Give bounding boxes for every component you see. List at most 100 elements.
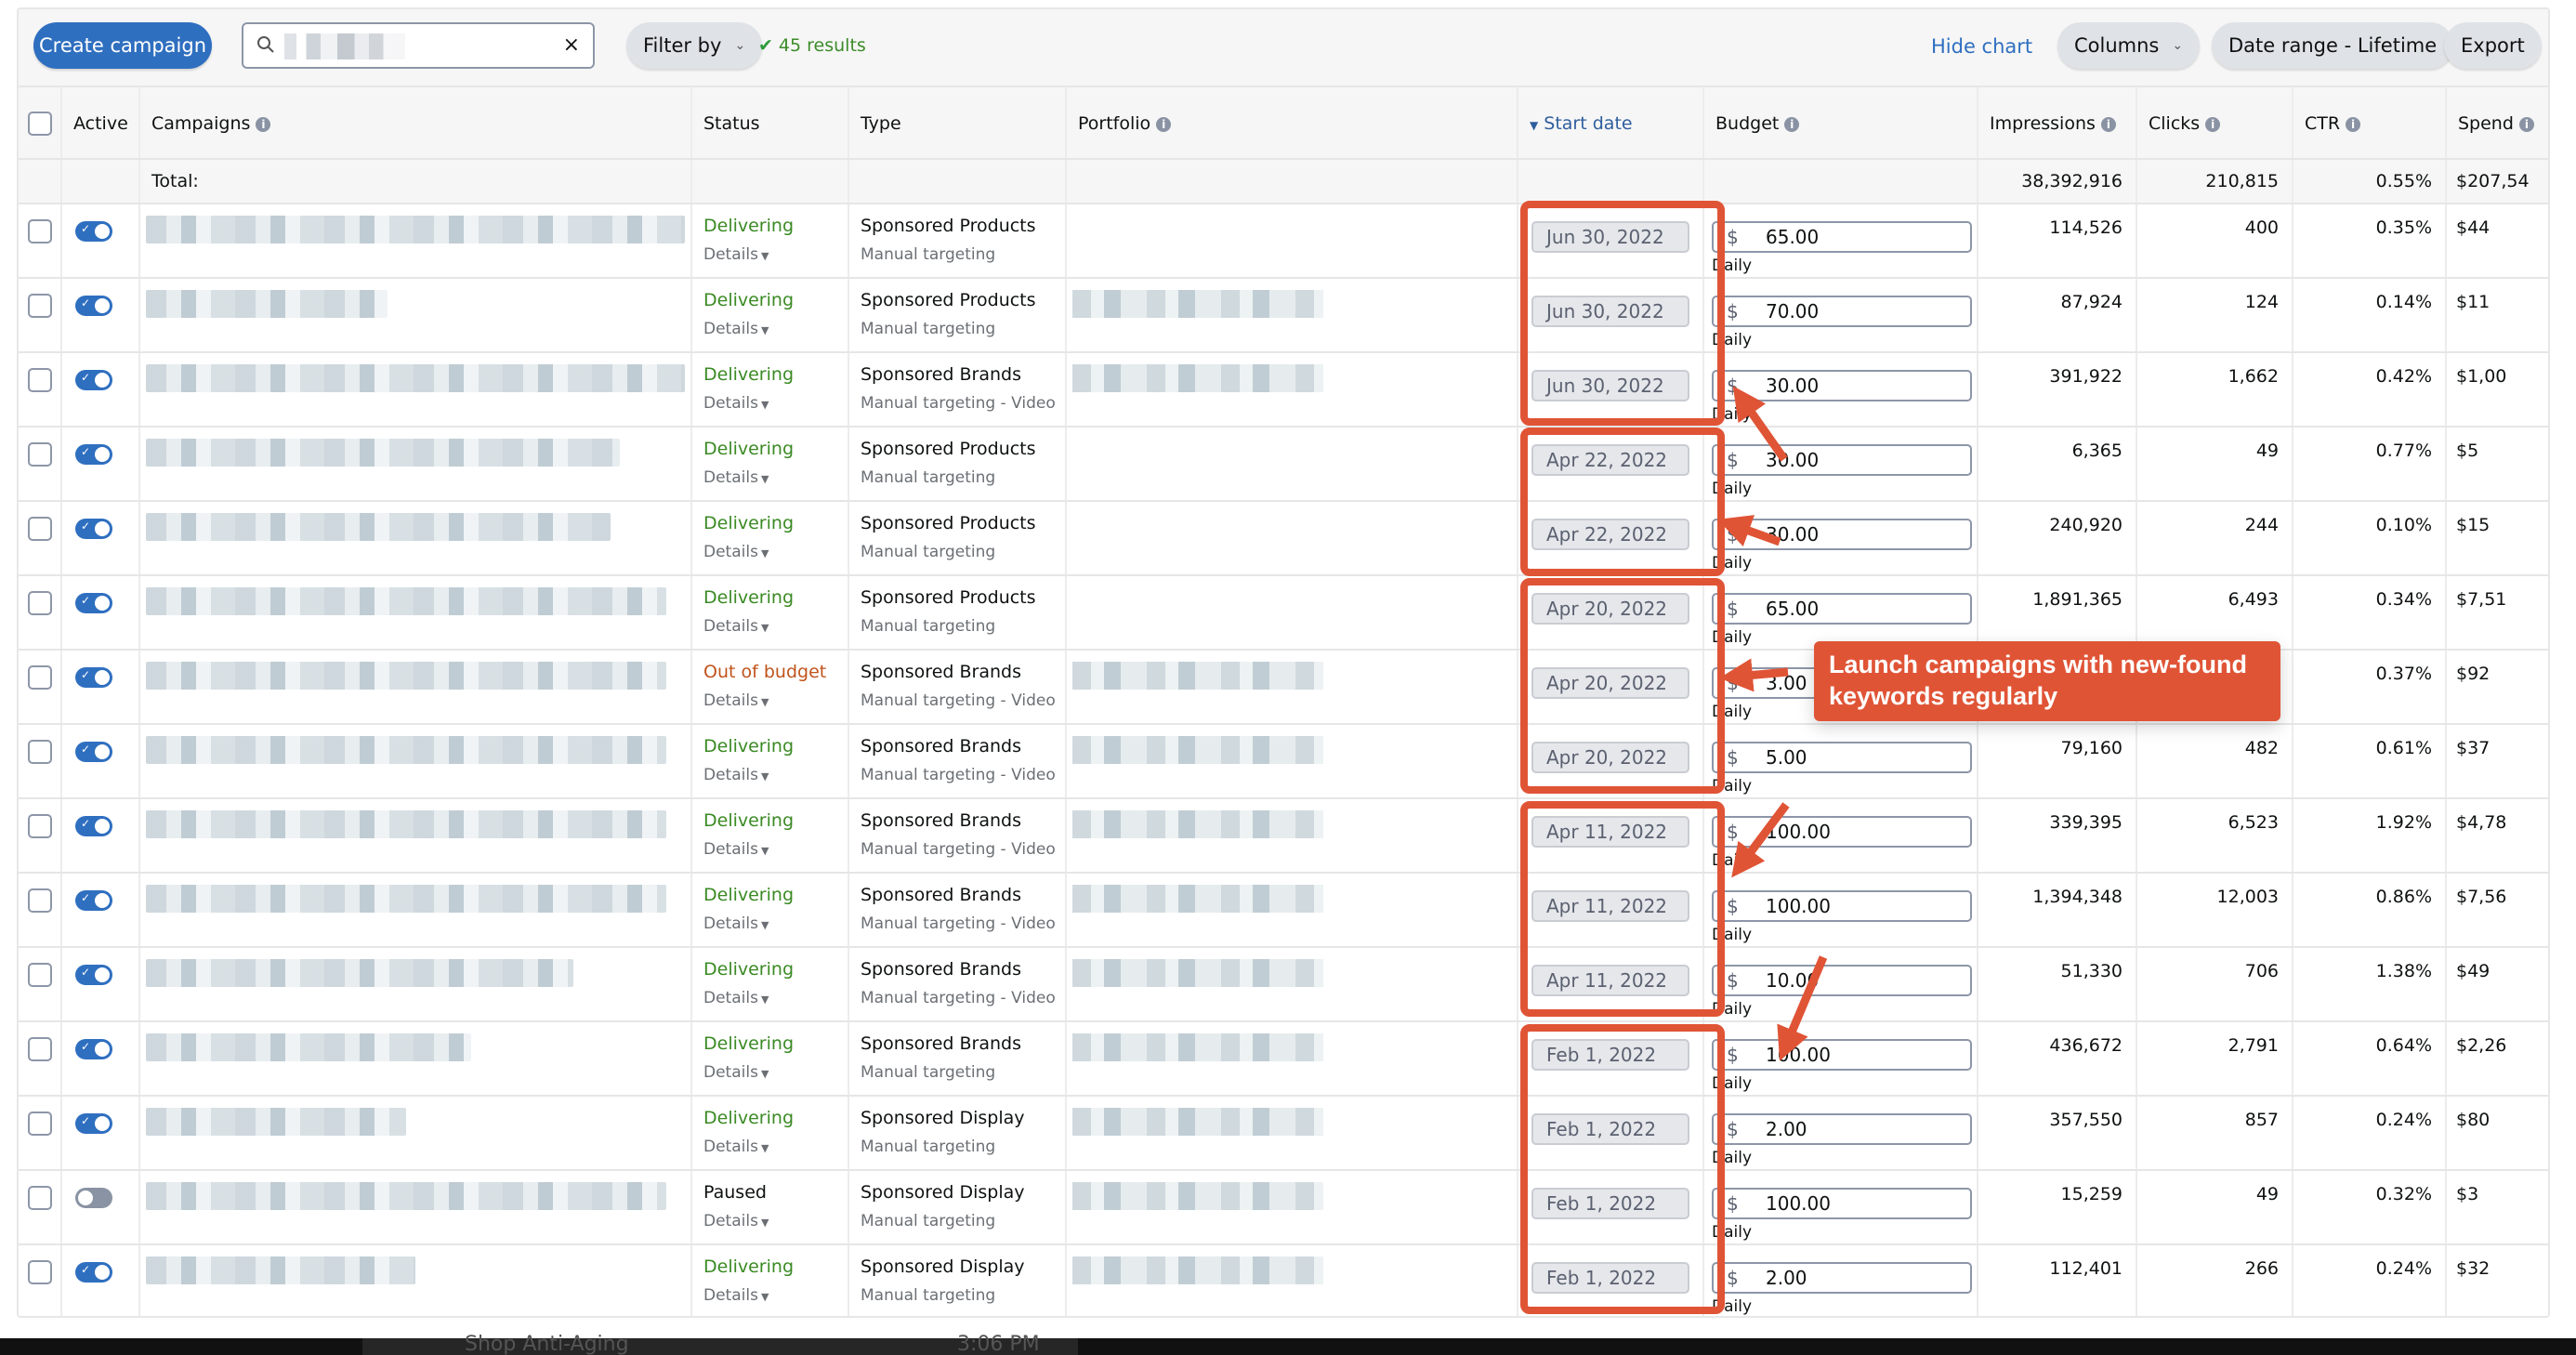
clear-search-icon[interactable]: × <box>563 33 580 57</box>
column-header-type[interactable]: Type <box>861 113 901 134</box>
details-dropdown[interactable]: Details ▼ <box>703 691 769 710</box>
details-dropdown[interactable]: Details ▼ <box>703 1286 769 1305</box>
active-toggle[interactable] <box>75 1188 112 1208</box>
active-toggle[interactable]: ✓ <box>75 965 112 985</box>
budget-input[interactable]: $100.00 <box>1712 816 1972 848</box>
active-toggle[interactable]: ✓ <box>75 593 112 613</box>
active-toggle[interactable]: ✓ <box>75 1113 112 1134</box>
campaign-name-redacted[interactable] <box>146 662 666 690</box>
column-header-campaigns[interactable]: Campaigns i <box>151 113 271 134</box>
campaign-name-redacted[interactable] <box>146 1256 415 1284</box>
details-dropdown[interactable]: Details ▼ <box>703 766 769 784</box>
budget-input[interactable]: $100.00 <box>1712 1039 1972 1071</box>
caret-down-icon: ▼ <box>760 845 769 857</box>
row-checkbox[interactable] <box>28 963 52 987</box>
budget-input[interactable]: $5.00 <box>1712 742 1972 773</box>
active-toggle[interactable]: ✓ <box>75 444 112 465</box>
columns-button[interactable]: Columns ⌄ <box>2057 22 2201 69</box>
details-dropdown[interactable]: Details ▼ <box>703 320 769 338</box>
clicks-value: 266 <box>2244 1258 2279 1279</box>
active-toggle[interactable]: ✓ <box>75 1262 112 1283</box>
budget-input[interactable]: $65.00 <box>1712 221 1972 253</box>
hide-chart-link[interactable]: Hide chart <box>1931 35 2032 58</box>
details-dropdown[interactable]: Details ▼ <box>703 1063 769 1082</box>
taskbar-item[interactable]: Shop Anti-Aging 3:06 PM <box>362 1333 1078 1355</box>
taskbar: Shop Anti-Aging 3:06 PM <box>0 1333 2576 1355</box>
column-header-impressions[interactable]: Impressions i <box>1990 113 2116 134</box>
campaign-name-redacted[interactable] <box>146 364 685 392</box>
details-dropdown[interactable]: Details ▼ <box>703 989 769 1007</box>
column-header-budget[interactable]: Budget i <box>1715 113 1800 134</box>
export-button[interactable]: Export <box>2444 22 2542 69</box>
row-checkbox[interactable] <box>28 665 52 690</box>
row-checkbox[interactable] <box>28 1260 52 1284</box>
active-toggle[interactable]: ✓ <box>75 296 112 316</box>
column-header-start-date[interactable]: ▼ Start date <box>1530 113 1633 134</box>
budget-input[interactable]: $2.00 <box>1712 1113 1972 1145</box>
campaign-name-redacted[interactable] <box>146 290 388 318</box>
column-header-ctr[interactable]: CTR i <box>2305 113 2361 134</box>
active-toggle[interactable]: ✓ <box>75 1039 112 1059</box>
row-checkbox[interactable] <box>28 294 52 318</box>
row-checkbox[interactable] <box>28 591 52 615</box>
details-dropdown[interactable]: Details ▼ <box>703 914 769 933</box>
budget-input[interactable]: $100.00 <box>1712 1188 1972 1219</box>
budget-input[interactable]: $70.00 <box>1712 296 1972 327</box>
active-toggle[interactable]: ✓ <box>75 221 112 242</box>
column-header-active[interactable]: Active <box>73 113 128 134</box>
row-checkbox[interactable] <box>28 1186 52 1210</box>
budget-input[interactable]: $30.00 <box>1712 370 1972 401</box>
budget-input[interactable]: $2.00 <box>1712 1262 1972 1294</box>
active-toggle[interactable]: ✓ <box>75 370 112 390</box>
row-checkbox[interactable] <box>28 368 52 392</box>
campaign-name-redacted[interactable] <box>146 1033 471 1061</box>
details-dropdown[interactable]: Details ▼ <box>703 543 769 561</box>
active-toggle[interactable]: ✓ <box>75 816 112 836</box>
column-header-spend[interactable]: Spend i <box>2458 113 2534 134</box>
check-icon: ✓ <box>81 445 91 458</box>
select-all-checkbox[interactable] <box>28 112 52 136</box>
details-dropdown[interactable]: Details ▼ <box>703 394 769 413</box>
budget-input[interactable]: $10.00 <box>1712 965 1972 996</box>
search-input[interactable]: × <box>242 22 595 69</box>
campaign-name-redacted[interactable] <box>146 439 620 467</box>
filter-by-button[interactable]: Filter by ⌄ <box>626 22 763 69</box>
active-toggle[interactable]: ✓ <box>75 667 112 688</box>
campaign-name-redacted[interactable] <box>146 587 666 615</box>
row-checkbox[interactable] <box>28 219 52 243</box>
campaign-name-redacted[interactable] <box>146 513 611 541</box>
campaign-name-redacted[interactable] <box>146 1182 666 1210</box>
details-dropdown[interactable]: Details ▼ <box>703 1212 769 1230</box>
campaign-name-redacted[interactable] <box>146 1108 406 1136</box>
budget-input[interactable]: $100.00 <box>1712 890 1972 922</box>
campaign-name-redacted[interactable] <box>146 810 666 838</box>
details-dropdown[interactable]: Details ▼ <box>703 245 769 264</box>
budget-input[interactable]: $30.00 <box>1712 444 1972 476</box>
details-dropdown[interactable]: Details ▼ <box>703 468 769 487</box>
date-range-button[interactable]: Date range - Lifetime <box>2212 22 2454 69</box>
column-header-clicks[interactable]: Clicks i <box>2149 113 2221 134</box>
active-toggle[interactable]: ✓ <box>75 890 112 911</box>
row-checkbox[interactable] <box>28 814 52 838</box>
row-checkbox[interactable] <box>28 517 52 541</box>
row-checkbox[interactable] <box>28 888 52 913</box>
campaign-name-redacted[interactable] <box>146 736 666 764</box>
row-checkbox[interactable] <box>28 1112 52 1136</box>
details-dropdown[interactable]: Details ▼ <box>703 617 769 636</box>
column-header-portfolio[interactable]: Portfolio i <box>1078 113 1172 134</box>
budget-input[interactable]: $65.00 <box>1712 593 1972 625</box>
column-header-status[interactable]: Status <box>703 113 760 134</box>
budget-input[interactable]: $30.00 <box>1712 519 1972 550</box>
create-campaign-button[interactable]: Create campaign <box>33 22 212 69</box>
details-dropdown[interactable]: Details ▼ <box>703 840 769 859</box>
campaign-name-redacted[interactable] <box>146 216 685 243</box>
row-checkbox[interactable] <box>28 1037 52 1061</box>
active-toggle[interactable]: ✓ <box>75 742 112 762</box>
row-checkbox[interactable] <box>28 442 52 467</box>
active-toggle[interactable]: ✓ <box>75 519 112 539</box>
details-dropdown[interactable]: Details ▼ <box>703 1138 769 1156</box>
row-checkbox[interactable] <box>28 740 52 764</box>
campaign-name-redacted[interactable] <box>146 885 666 913</box>
budget-period: Daily <box>1712 1223 1753 1242</box>
campaign-name-redacted[interactable] <box>146 959 573 987</box>
